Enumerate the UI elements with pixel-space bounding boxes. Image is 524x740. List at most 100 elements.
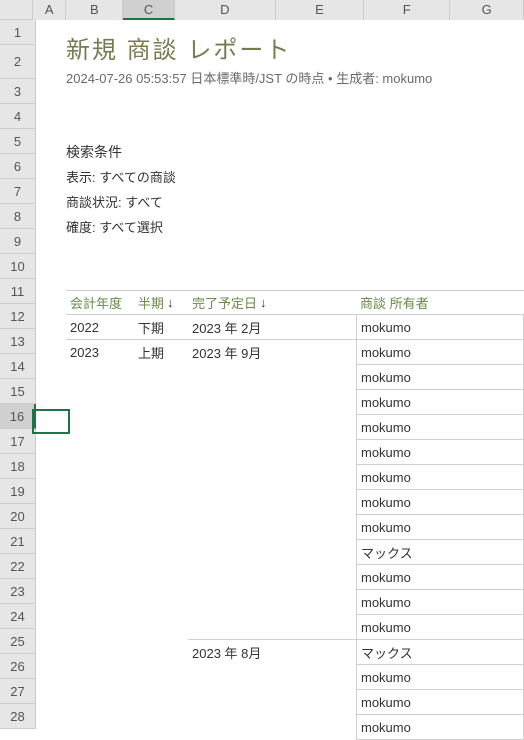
th-half[interactable]: 半期↓ — [134, 293, 188, 312]
th-fiscal-year[interactable]: 会計年度 — [66, 293, 134, 312]
cell-close-date[interactable]: 2023 年 2月 — [188, 315, 356, 340]
row-header-8[interactable]: 8 — [0, 204, 36, 229]
cell-half[interactable] — [134, 515, 188, 540]
cell-fiscal-year[interactable] — [66, 540, 134, 565]
cell-close-date[interactable]: 2023 年 8月 — [188, 640, 356, 665]
row-header-15[interactable]: 15 — [0, 379, 36, 404]
cell-close-date[interactable] — [188, 665, 356, 690]
cell-close-date[interactable] — [188, 715, 356, 740]
row-header-22[interactable]: 22 — [0, 554, 36, 579]
cell-fiscal-year[interactable] — [66, 490, 134, 515]
row-header-18[interactable]: 18 — [0, 454, 36, 479]
cell-fiscal-year[interactable] — [66, 665, 134, 690]
cell-fiscal-year[interactable] — [66, 715, 134, 740]
row-header-11[interactable]: 11 — [0, 279, 36, 304]
cell-fiscal-year[interactable] — [66, 690, 134, 715]
cell-fiscal-year[interactable] — [66, 640, 134, 665]
select-all-corner[interactable] — [0, 0, 33, 20]
cell-half[interactable] — [134, 640, 188, 665]
cell-owner[interactable]: mokumo — [356, 690, 524, 715]
cell-close-date[interactable] — [188, 515, 356, 540]
cell-close-date[interactable] — [188, 615, 356, 640]
cell-fiscal-year[interactable]: 2022 — [66, 315, 134, 340]
cell-close-date[interactable] — [188, 590, 356, 615]
row-header-25[interactable]: 25 — [0, 629, 36, 654]
cell-owner[interactable]: mokumo — [356, 590, 524, 615]
cell-close-date[interactable] — [188, 465, 356, 490]
row-header-2[interactable]: 2 — [0, 45, 36, 79]
cell-half[interactable] — [134, 365, 188, 390]
cell-half[interactable] — [134, 440, 188, 465]
cell-half[interactable] — [134, 590, 188, 615]
cell-owner[interactable]: mokumo — [356, 440, 524, 465]
cell-close-date[interactable] — [188, 365, 356, 390]
th-owner[interactable]: 商談 所有者 — [356, 293, 524, 312]
cell-half[interactable] — [134, 390, 188, 415]
cell-owner[interactable]: mokumo — [356, 315, 524, 340]
row-header-23[interactable]: 23 — [0, 579, 36, 604]
cell-half[interactable] — [134, 490, 188, 515]
row-header-6[interactable]: 6 — [0, 154, 36, 179]
cell-fiscal-year[interactable] — [66, 365, 134, 390]
row-header-4[interactable]: 4 — [0, 104, 36, 129]
cell-fiscal-year[interactable] — [66, 390, 134, 415]
cell-fiscal-year[interactable] — [66, 565, 134, 590]
cell-close-date[interactable] — [188, 415, 356, 440]
row-header-5[interactable]: 5 — [0, 129, 36, 154]
cell-close-date[interactable] — [188, 565, 356, 590]
cell-fiscal-year[interactable] — [66, 465, 134, 490]
cell-close-date[interactable] — [188, 390, 356, 415]
col-header-G[interactable]: G — [450, 0, 524, 20]
cell-owner[interactable]: mokumo — [356, 465, 524, 490]
cell-owner[interactable]: mokumo — [356, 390, 524, 415]
cell-owner[interactable]: mokumo — [356, 515, 524, 540]
cell-owner[interactable]: マックス — [356, 540, 524, 565]
row-header-3[interactable]: 3 — [0, 79, 36, 104]
cell-half[interactable] — [134, 565, 188, 590]
row-header-1[interactable]: 1 — [0, 20, 36, 45]
cell-fiscal-year[interactable] — [66, 515, 134, 540]
cell-close-date[interactable] — [188, 540, 356, 565]
cell-owner[interactable]: mokumo — [356, 365, 524, 390]
cell-half[interactable] — [134, 465, 188, 490]
cell-close-date[interactable] — [188, 490, 356, 515]
cell-owner[interactable]: mokumo — [356, 490, 524, 515]
row-header-14[interactable]: 14 — [0, 354, 36, 379]
cell-half[interactable]: 上期 — [134, 340, 188, 365]
cell-fiscal-year[interactable] — [66, 590, 134, 615]
cell-half[interactable] — [134, 690, 188, 715]
cell-half[interactable] — [134, 540, 188, 565]
row-header-28[interactable]: 28 — [0, 704, 36, 729]
col-header-D[interactable]: D — [175, 0, 276, 20]
row-header-16[interactable]: 16 — [0, 404, 36, 429]
row-header-10[interactable]: 10 — [0, 254, 36, 279]
cell-owner[interactable]: mokumo — [356, 615, 524, 640]
col-header-B[interactable]: B — [66, 0, 123, 20]
cell-half[interactable] — [134, 615, 188, 640]
cell-owner[interactable]: mokumo — [356, 415, 524, 440]
cell-half[interactable] — [134, 715, 188, 740]
col-header-A[interactable]: A — [33, 0, 66, 20]
col-header-F[interactable]: F — [364, 0, 450, 20]
row-header-27[interactable]: 27 — [0, 679, 36, 704]
row-header-13[interactable]: 13 — [0, 329, 36, 354]
cell-fiscal-year[interactable] — [66, 440, 134, 465]
cell-close-date[interactable] — [188, 440, 356, 465]
cell-half[interactable]: 下期 — [134, 315, 188, 340]
row-header-9[interactable]: 9 — [0, 229, 36, 254]
row-header-20[interactable]: 20 — [0, 504, 36, 529]
row-header-21[interactable]: 21 — [0, 529, 36, 554]
row-header-19[interactable]: 19 — [0, 479, 36, 504]
col-header-C[interactable]: C — [123, 0, 175, 20]
cell-half[interactable] — [134, 665, 188, 690]
row-header-7[interactable]: 7 — [0, 179, 36, 204]
row-header-24[interactable]: 24 — [0, 604, 36, 629]
cell-owner[interactable]: mokumo — [356, 665, 524, 690]
cell-half[interactable] — [134, 415, 188, 440]
cell-owner[interactable]: マックス — [356, 640, 524, 665]
cell-owner[interactable]: mokumo — [356, 340, 524, 365]
cell-owner[interactable]: mokumo — [356, 565, 524, 590]
col-header-E[interactable]: E — [276, 0, 364, 20]
row-header-12[interactable]: 12 — [0, 304, 36, 329]
cell-owner[interactable]: mokumo — [356, 715, 524, 740]
